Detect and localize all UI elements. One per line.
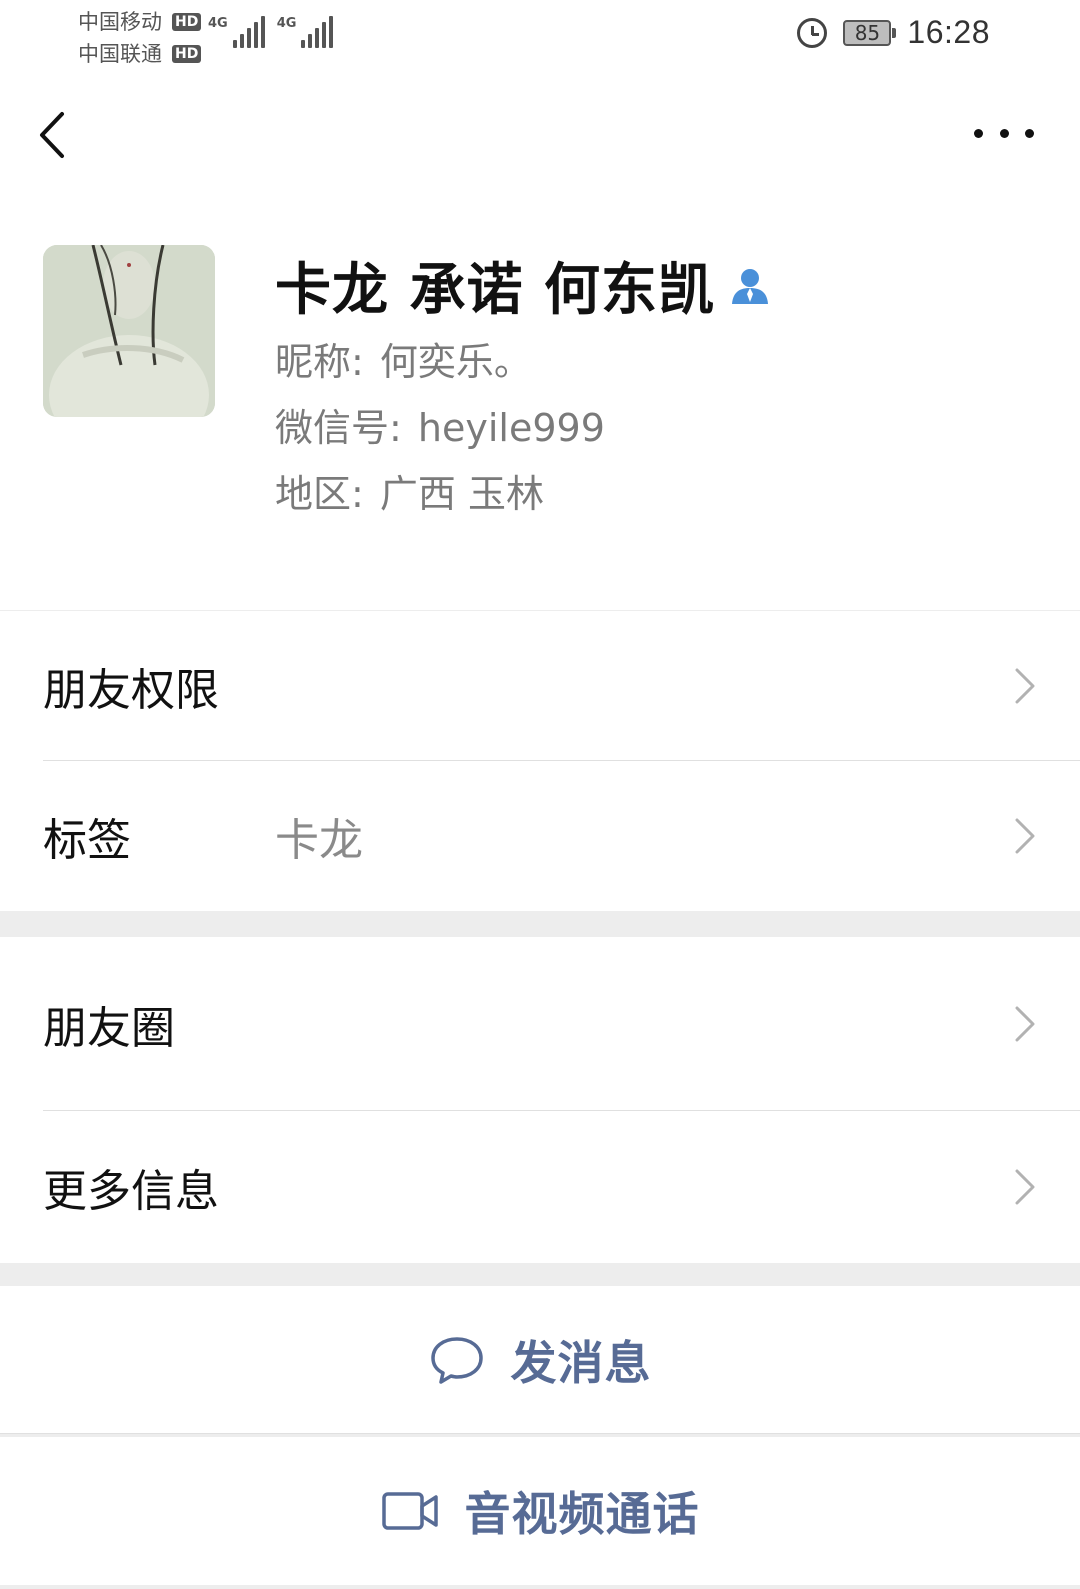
region-label: 地区: xyxy=(275,472,376,516)
name-row: 卡龙 承诺 何东凯 xyxy=(275,250,1055,323)
moments-label: 朋友圈 xyxy=(43,1003,175,1054)
nickname-label: 昵称: xyxy=(275,340,376,384)
chat-bubble-icon xyxy=(430,1337,483,1384)
action-divider xyxy=(0,1433,1080,1434)
region-line: 地区: 广西 玉林 xyxy=(275,470,1055,518)
tags-value: 卡龙 xyxy=(275,815,363,866)
nav-bar xyxy=(0,70,1080,200)
tags-label: 标签 xyxy=(43,815,131,866)
tags-row[interactable]: 标签 卡龙 xyxy=(0,761,1080,911)
wechat-id-line: 微信号: heyile999 xyxy=(275,404,1055,452)
display-name: 卡龙 承诺 何东凯 xyxy=(275,257,715,323)
profile-header: 卡龙 承诺 何东凯 昵称: 何奕乐。 微信号: heyile999 地区: 广西… xyxy=(0,200,1080,610)
carrier-info: 中国移动 HD 中国联通 HD xyxy=(78,6,202,70)
settings-section-1: 朋友权限 标签 卡龙 xyxy=(0,611,1080,911)
avatar-image xyxy=(43,245,215,417)
contact-profile-page: 中国移动 HD 中国联通 HD 4G 4G 85 16:28 卡龙 承诺 何东凯… xyxy=(0,0,1080,1589)
moments-row[interactable]: 朋友圈 xyxy=(0,937,1080,1111)
hd-badge: HD xyxy=(172,45,202,63)
profile-info: 卡龙 承诺 何东凯 昵称: 何奕乐。 微信号: heyile999 地区: 广西… xyxy=(275,250,1055,518)
chevron-right-icon xyxy=(1015,1006,1035,1042)
friend-permissions-label: 朋友权限 xyxy=(43,665,219,716)
network-type-label: 4G xyxy=(208,16,228,31)
chevron-right-icon xyxy=(1015,668,1035,704)
clock-time: 16:28 xyxy=(907,14,990,50)
avatar[interactable] xyxy=(43,245,215,417)
alarm-clock-icon xyxy=(797,17,828,48)
region-value: 广西 玉林 xyxy=(379,472,544,516)
signal-strength-icon: 4G xyxy=(277,16,334,48)
chevron-left-icon xyxy=(40,112,64,158)
send-message-content: 发消息 xyxy=(429,1327,652,1393)
video-call-label: 音视频通话 xyxy=(464,1487,700,1541)
nickname-line: 昵称: 何奕乐。 xyxy=(275,338,1055,386)
network-type-label: 4G xyxy=(276,16,297,31)
status-right: 85 16:28 xyxy=(797,14,990,51)
chevron-right-icon xyxy=(1015,818,1035,854)
carrier-1-name: 中国移动 xyxy=(78,10,162,34)
back-button[interactable] xyxy=(30,100,86,170)
send-message-button[interactable]: 发消息 xyxy=(0,1286,1080,1434)
friend-permissions-row[interactable]: 朋友权限 xyxy=(0,611,1080,761)
nickname-value: 何奕乐。 xyxy=(379,340,532,384)
more-info-row[interactable]: 更多信息 xyxy=(0,1111,1080,1263)
send-message-label: 发消息 xyxy=(510,1336,652,1390)
signal-strength-icon: 4G xyxy=(208,16,265,48)
wechat-id-label: 微信号: xyxy=(275,406,414,450)
status-bar: 中国移动 HD 中国联通 HD 4G 4G 85 16:28 xyxy=(0,0,1080,70)
more-button[interactable] xyxy=(974,108,1034,158)
more-info-label: 更多信息 xyxy=(43,1166,219,1217)
contact-person-icon xyxy=(732,269,768,304)
battery-level: 85 xyxy=(854,20,881,45)
video-camera-icon xyxy=(381,1492,438,1530)
chevron-right-icon xyxy=(1015,1169,1035,1205)
wechat-id-value[interactable]: heyile999 xyxy=(418,406,605,450)
video-call-button[interactable]: 音视频通话 xyxy=(0,1437,1080,1585)
carrier-2-name: 中国联通 xyxy=(78,42,162,66)
hd-badge: HD xyxy=(172,13,202,31)
video-call-content: 音视频通话 xyxy=(381,1478,700,1544)
more-dots-icon xyxy=(974,128,983,138)
more-dots-icon-dot xyxy=(1025,128,1034,138)
battery-icon: 85 xyxy=(843,19,897,46)
more-dots-icon-dot xyxy=(999,128,1009,138)
signal-indicators: 4G 4G xyxy=(208,16,334,48)
settings-section-2: 朋友圈 更多信息 xyxy=(0,937,1080,1263)
